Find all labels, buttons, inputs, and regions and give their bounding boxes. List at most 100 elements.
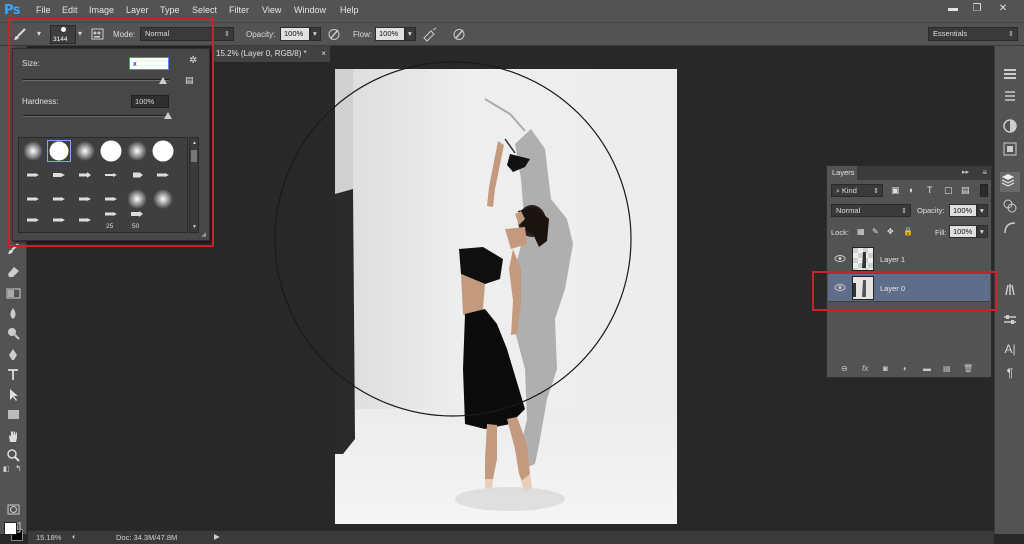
- brush-pressure[interactable]: [73, 211, 97, 233]
- filter-kind-dropdown[interactable]: ⌕ Kind ⇕: [831, 184, 883, 197]
- brush-panel-toggle-icon[interactable]: [90, 27, 106, 42]
- panel-menu-icon[interactable]: ≡: [982, 168, 987, 177]
- type-tool[interactable]: [5, 367, 22, 382]
- new-preset-icon[interactable]: ▤: [185, 75, 194, 86]
- brush-pressure[interactable]: [73, 164, 97, 186]
- filter-adjustment-icon[interactable]: ◐: [909, 185, 914, 195]
- flow-slider-toggle[interactable]: ▾: [405, 27, 416, 41]
- tool-presets-icon[interactable]: [1002, 312, 1018, 328]
- status-menu-arrow-icon[interactable]: ▶: [214, 532, 220, 541]
- brush-tool-icon[interactable]: [12, 27, 46, 42]
- foreground-color-swatch[interactable]: [4, 522, 17, 535]
- visibility-eye-icon[interactable]: [834, 283, 846, 292]
- layer-opacity-field[interactable]: 100%: [949, 204, 977, 217]
- brush-pressure[interactable]: [125, 164, 149, 186]
- menu-filter[interactable]: Filter: [229, 5, 249, 15]
- size-slider-thumb[interactable]: [159, 77, 167, 84]
- brush-tool[interactable]: [5, 242, 22, 257]
- brush-soft-round[interactable]: [21, 140, 45, 162]
- scroll-down-icon[interactable]: ▼: [192, 224, 197, 230]
- menu-help[interactable]: Help: [340, 5, 359, 15]
- tool-preset-chevron-icon[interactable]: ▾: [37, 29, 41, 38]
- filter-toggle-switch[interactable]: [980, 184, 988, 197]
- link-layers-icon[interactable]: ⊖: [841, 364, 851, 374]
- brush-hard-round[interactable]: [99, 140, 123, 162]
- eraser-tool[interactable]: [5, 264, 22, 279]
- close-button[interactable]: ✕: [996, 3, 1010, 15]
- brush-hard-round[interactable]: [151, 140, 175, 162]
- filter-shape-icon[interactable]: ▢: [944, 185, 953, 196]
- opacity-slider-toggle[interactable]: ▾: [310, 27, 321, 41]
- gear-icon[interactable]: ✲: [189, 55, 197, 66]
- pressure-opacity-icon[interactable]: [326, 27, 342, 42]
- filter-smart-object-icon[interactable]: ▤: [961, 185, 970, 196]
- brush-grid-scrollbar[interactable]: ▲ ▼: [189, 137, 199, 233]
- menu-type[interactable]: Type: [160, 5, 180, 15]
- pen-tool[interactable]: [5, 347, 22, 362]
- menu-layer[interactable]: Layer: [126, 5, 149, 15]
- brush-preset-picker[interactable]: 3144: [50, 25, 76, 44]
- filter-pixel-icon[interactable]: ▣: [891, 185, 900, 196]
- brush-pressure[interactable]: [21, 164, 45, 186]
- hand-tool[interactable]: [5, 429, 22, 444]
- paragraph-icon[interactable]: ¶: [1002, 366, 1018, 382]
- lock-image-icon[interactable]: ✎: [872, 227, 879, 236]
- delete-layer-icon[interactable]: 🗑: [963, 364, 973, 374]
- add-mask-icon[interactable]: ◙: [883, 364, 893, 374]
- layer-row-layer-1[interactable]: Layer 1: [828, 245, 990, 273]
- flow-field[interactable]: 100%: [375, 27, 405, 41]
- lock-all-icon[interactable]: 🔒: [903, 227, 913, 236]
- new-group-icon[interactable]: ▬: [923, 364, 933, 374]
- restore-button[interactable]: ❐: [970, 3, 984, 15]
- resize-grip-icon[interactable]: ◢: [201, 231, 206, 238]
- lock-position-icon[interactable]: ✥: [887, 227, 894, 236]
- menu-select[interactable]: Select: [192, 5, 217, 15]
- gradient-tool[interactable]: [5, 286, 22, 301]
- rectangle-tool[interactable]: [5, 407, 22, 422]
- adjustments-icon[interactable]: [1002, 118, 1018, 134]
- filter-type-icon[interactable]: T: [927, 185, 933, 195]
- layer-row-layer-0-selected[interactable]: Layer 0: [828, 274, 990, 302]
- visibility-eye-icon[interactable]: [834, 254, 846, 263]
- collapse-panel-icon[interactable]: ▸▸: [962, 168, 969, 176]
- menu-image[interactable]: Image: [89, 5, 114, 15]
- blend-mode-dropdown[interactable]: Normal ⇕: [831, 204, 911, 217]
- size-slider-track[interactable]: [23, 79, 169, 81]
- layer-style-icon[interactable]: fx: [862, 364, 872, 374]
- menu-view[interactable]: View: [262, 5, 281, 15]
- lock-transparent-icon[interactable]: ▦: [857, 227, 865, 236]
- layers-tab[interactable]: Layers: [827, 166, 857, 180]
- history-icon[interactable]: [1002, 66, 1018, 82]
- brush-pressure[interactable]: [47, 188, 71, 210]
- hardness-slider-track[interactable]: [23, 115, 169, 117]
- dodge-tool[interactable]: [5, 326, 22, 341]
- fill-field[interactable]: 100%: [949, 225, 977, 238]
- brush-settings-icon[interactable]: [1002, 281, 1018, 297]
- scroll-up-icon[interactable]: ▲: [192, 140, 197, 146]
- brush-pressure[interactable]: [151, 164, 175, 186]
- hardness-slider-thumb[interactable]: [164, 112, 172, 119]
- fill-toggle[interactable]: ▾: [977, 225, 988, 238]
- brush-soft-round[interactable]: [151, 188, 175, 210]
- brush-pressure[interactable]: [21, 188, 45, 210]
- zoom-tool[interactable]: [5, 448, 22, 463]
- brush-hard-round-selected[interactable]: [47, 140, 71, 162]
- scroll-thumb[interactable]: [191, 150, 197, 162]
- brush-soft-round[interactable]: [125, 140, 149, 162]
- zoom-level[interactable]: 15.18%: [36, 533, 61, 542]
- brush-pressure[interactable]: [47, 164, 71, 186]
- brush-pressure[interactable]: [47, 211, 71, 233]
- airbrush-icon[interactable]: [422, 27, 438, 42]
- pressure-size-icon[interactable]: [451, 27, 467, 42]
- menu-edit[interactable]: Edit: [62, 5, 78, 15]
- size-input[interactable]: x: [129, 57, 169, 70]
- quick-mask-icon[interactable]: [5, 502, 22, 517]
- opacity-field[interactable]: 100%: [280, 27, 310, 41]
- properties-icon[interactable]: [1002, 88, 1018, 104]
- workspace-dropdown[interactable]: Essentials ⇕: [928, 27, 1018, 41]
- layer-opacity-toggle[interactable]: ▾: [977, 204, 988, 217]
- hardness-input[interactable]: 100%: [131, 95, 169, 108]
- styles-icon[interactable]: [1002, 141, 1018, 157]
- brush-preset-chevron-icon[interactable]: ▾: [78, 29, 82, 38]
- blur-tool[interactable]: [5, 306, 22, 321]
